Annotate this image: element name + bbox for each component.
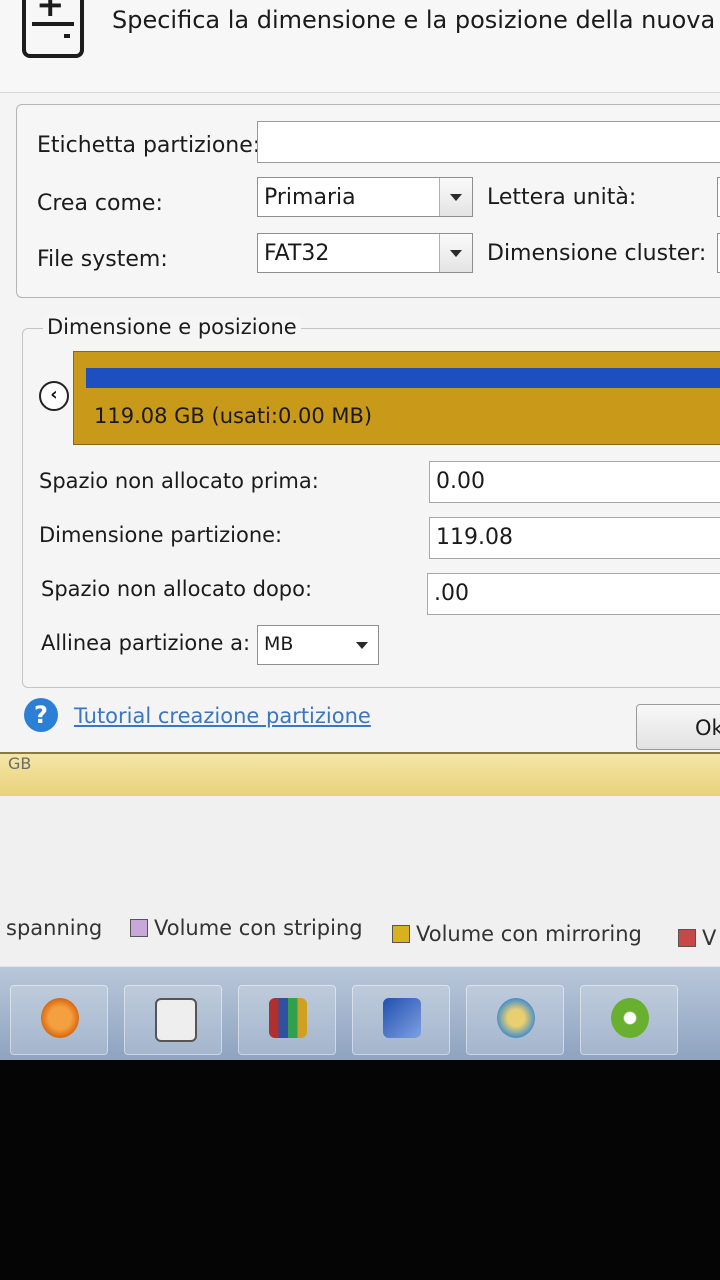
file-system-value: FAT32 — [264, 241, 330, 266]
taskbar-network-app[interactable] — [352, 985, 450, 1055]
partition-size-label: Dimensione partizione: — [39, 523, 283, 547]
taskbar-green-app[interactable] — [580, 985, 678, 1055]
taskbar-explorer[interactable] — [466, 985, 564, 1055]
legend-swatch — [392, 925, 410, 943]
chevron-down-icon — [450, 194, 462, 201]
partition-used-bar — [86, 368, 720, 388]
file-system-dropdown-button[interactable] — [439, 234, 472, 272]
cluster-size-label: Dimensione cluster: — [487, 241, 707, 266]
taskbar-winrar[interactable] — [238, 985, 336, 1055]
legend-spanning: spanning — [6, 916, 102, 940]
file-system-label: File system: — [37, 247, 168, 272]
help-icon[interactable]: ? — [24, 698, 58, 732]
explorer-icon — [497, 998, 535, 1038]
unallocated-after-input[interactable]: .00 — [427, 573, 720, 615]
align-partition-label: Allinea partizione a: — [41, 631, 251, 655]
winrar-icon — [269, 998, 307, 1038]
partition-size-bar[interactable]: 119.08 GB (usati:0.00 MB) — [73, 351, 720, 445]
dialog-title: Specifica la dimensione e la posizione d… — [112, 6, 720, 34]
green-app-icon — [611, 998, 649, 1038]
create-as-select[interactable]: Primaria — [257, 177, 473, 217]
disk-add-icon: + — [22, 0, 84, 58]
align-partition-select[interactable]: MB — [257, 625, 379, 665]
legend-spanning-label: spanning — [6, 916, 103, 940]
taskbar-media-player[interactable] — [10, 985, 108, 1055]
legend-v: V — [678, 926, 716, 950]
size-position-group: Dimensione e posizione 119.08 GB (usati:… — [22, 315, 720, 688]
main-window-area: spanning Volume con striping Volume con … — [0, 796, 720, 966]
taskbar — [0, 966, 720, 1060]
legend-mirroring-label: Volume con mirroring — [416, 922, 642, 946]
legend-striping: Volume con striping — [130, 916, 363, 940]
chevron-down-icon — [450, 250, 462, 257]
align-partition-value: MB — [264, 633, 294, 655]
create-as-label: Crea come: — [37, 191, 163, 216]
unallocated-after-label: Spazio non allocato dopo: — [41, 577, 313, 601]
partition-properties-group: Etichetta partizione: Crea come: Primari… — [16, 104, 720, 298]
screen: + Specifica la dimensione e la posizione… — [0, 0, 720, 1060]
create-as-dropdown-button[interactable] — [439, 178, 472, 216]
legend-swatch — [130, 919, 148, 937]
align-dropdown-button[interactable] — [346, 626, 378, 664]
dialog-header: + Specifica la dimensione e la posizione… — [0, 0, 720, 93]
gb-label: GB — [8, 754, 32, 773]
disk-map-strip: GB — [0, 752, 720, 796]
unallocated-before-label: Spazio non allocato prima: — [39, 469, 319, 493]
tutorial-link[interactable]: Tutorial creazione partizione — [74, 704, 371, 728]
legend-striping-label: Volume con striping — [154, 916, 363, 940]
chevron-left-icon[interactable]: ‹ — [39, 381, 69, 411]
legend-mirroring: Volume con mirroring — [392, 922, 642, 946]
network-app-icon — [383, 998, 421, 1038]
unallocated-before-input[interactable]: 0.00 — [429, 461, 720, 503]
size-position-legend: Dimensione e posizione — [43, 315, 301, 339]
partition-size-info: 119.08 GB (usati:0.00 MB) — [94, 404, 373, 428]
taskbar-window-app[interactable] — [124, 985, 222, 1055]
partition-label-label: Etichetta partizione: — [37, 133, 261, 158]
partition-label-input[interactable] — [257, 121, 720, 163]
legend-v-label: V — [702, 926, 717, 950]
partition-size-input[interactable]: 119.08 — [429, 517, 720, 559]
ok-button[interactable]: Ok — [636, 704, 720, 750]
drive-letter-label: Lettera unità: — [487, 185, 637, 210]
chevron-down-icon — [356, 642, 368, 649]
create-as-value: Primaria — [264, 185, 356, 210]
file-system-select[interactable]: FAT32 — [257, 233, 473, 273]
media-player-icon — [41, 998, 79, 1038]
window-app-icon — [155, 998, 197, 1042]
legend-swatch — [678, 929, 696, 947]
